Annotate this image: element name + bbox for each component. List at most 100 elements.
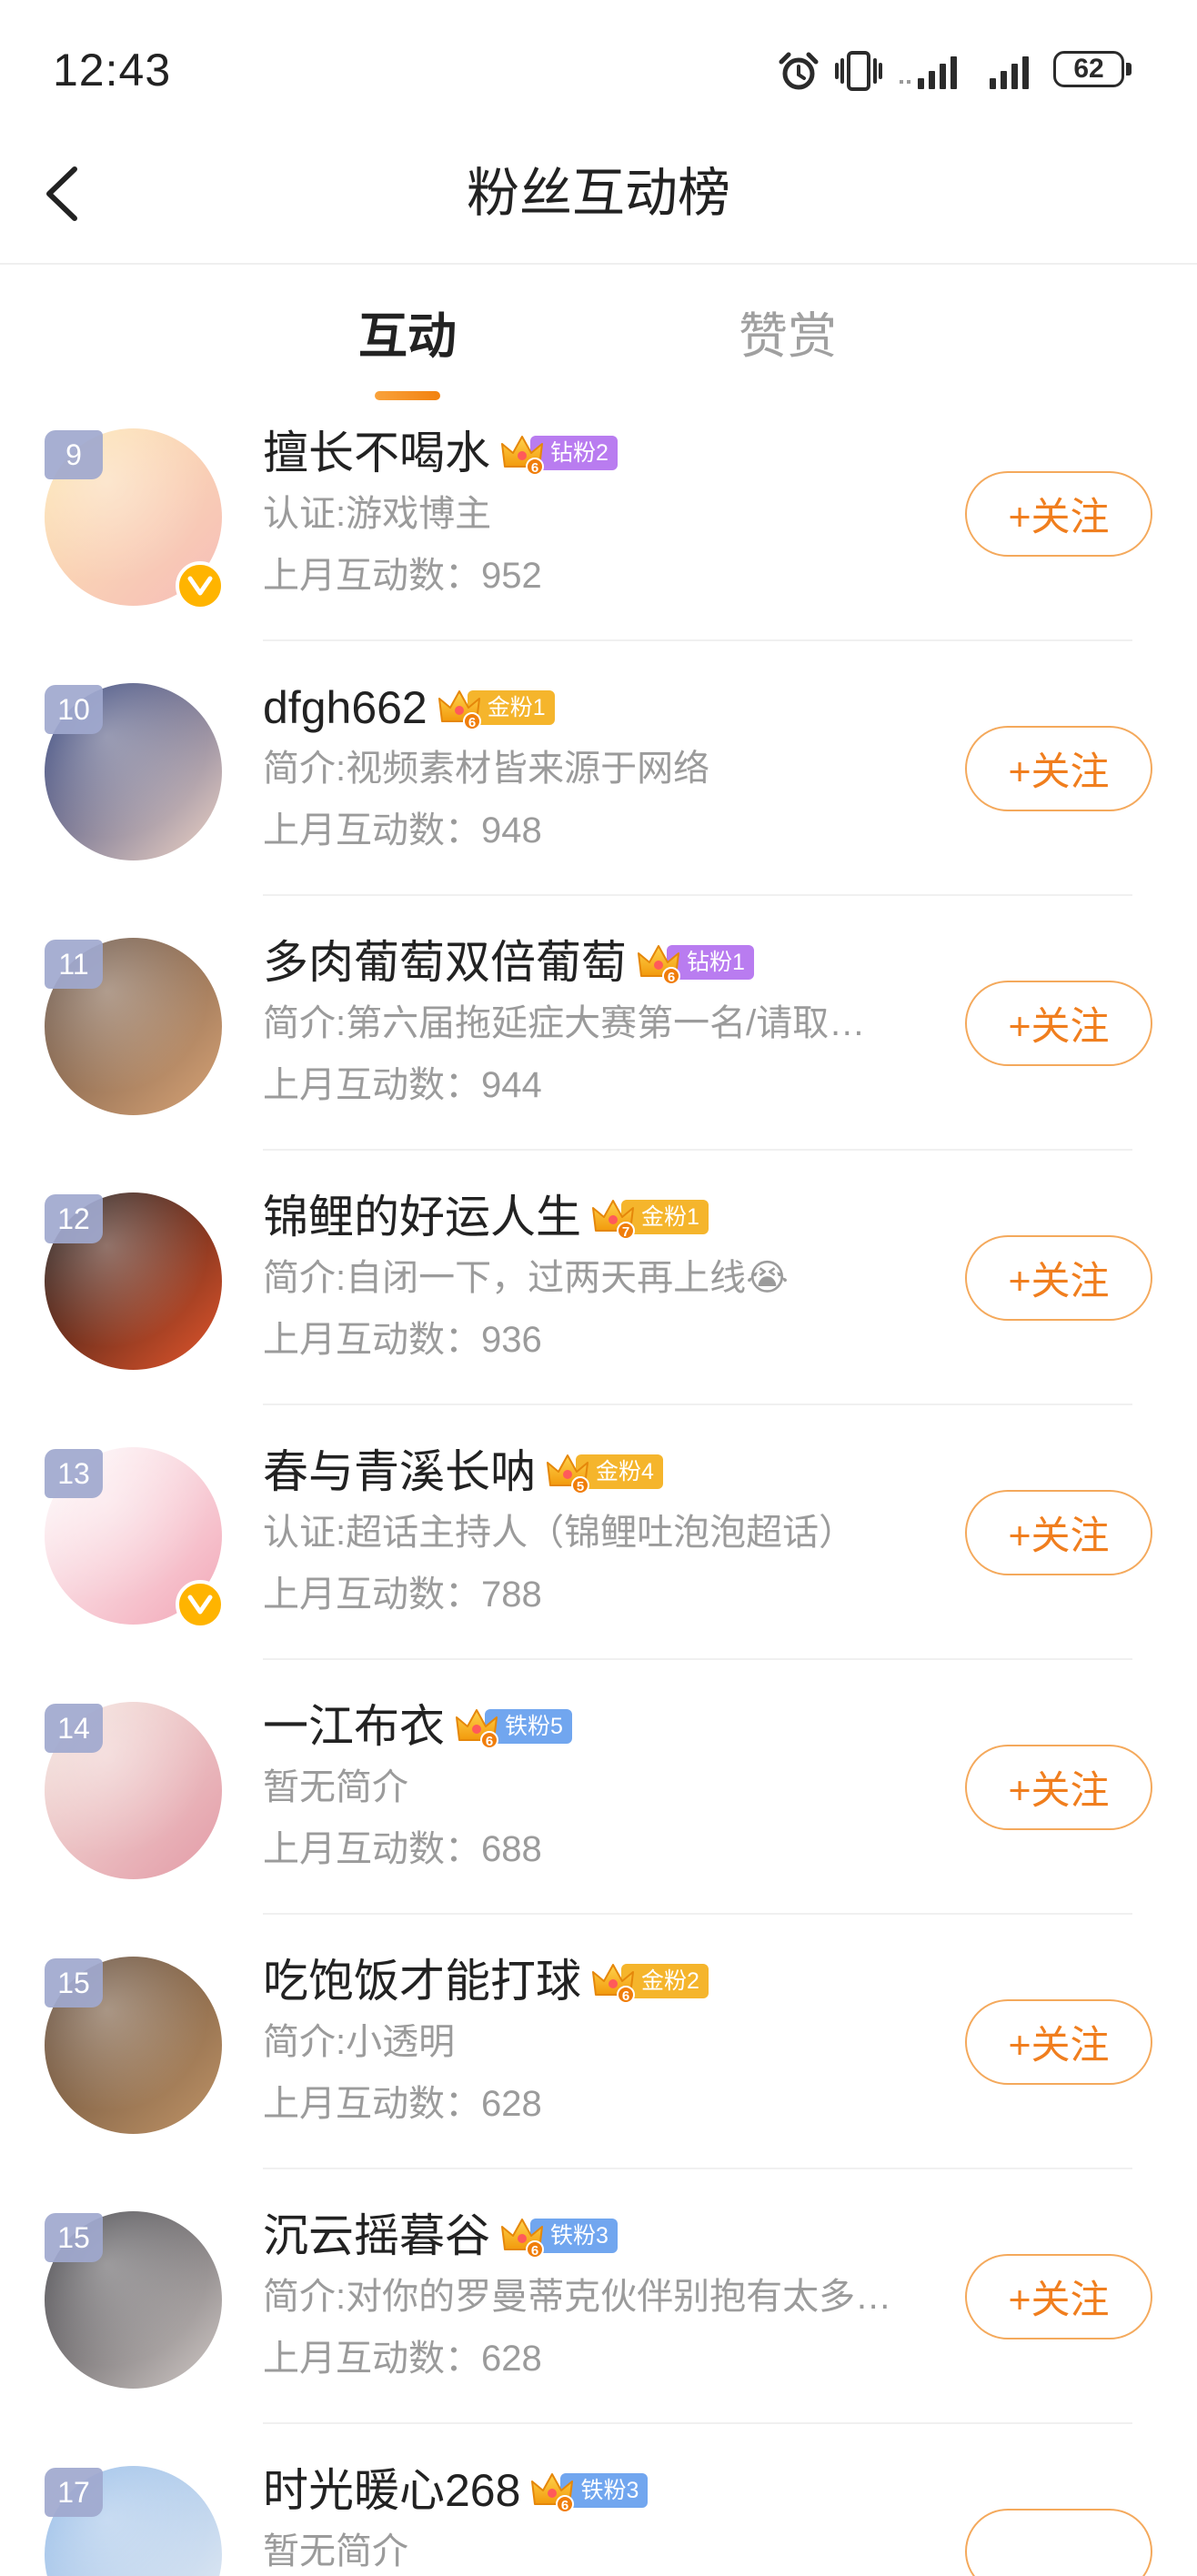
interaction-count-value: 688 — [481, 1829, 542, 1869]
interaction-count-label: 上月互动数： — [263, 1320, 481, 1360]
user-name[interactable]: 沉云摇暮谷 — [263, 2209, 490, 2262]
tab-interaction[interactable]: 互动 — [335, 307, 480, 366]
crown-level: 6 — [531, 460, 538, 476]
signal-icon — [990, 56, 1029, 89]
fan-list-item[interactable]: 13 春与青溪长呐 5 金粉4 认证:超话主持人（锦鲤吐泡泡超话） 上月互动数：… — [0, 1429, 1197, 1684]
follow-button-label: +关注 — [1008, 1260, 1110, 1303]
rank-number: 12 — [57, 1202, 90, 1235]
interaction-count-value: 944 — [481, 1065, 542, 1105]
status-time: 12:43 — [53, 45, 172, 96]
battery-level: 62 — [1073, 54, 1104, 84]
user-name[interactable]: 多肉葡萄双倍葡萄 — [263, 936, 627, 989]
interaction-count-value: 936 — [481, 1320, 542, 1360]
fan-ranking-list[interactable]: 9 擅长不喝水 6 钻粉2 认证:游戏博主 上月互动数：952 +关注 10 d… — [0, 410, 1197, 2576]
fan-list-item[interactable]: 12 锦鲤的好运人生 7 金粉1 简介:自闭一下，过两天再上线😭 上月互动数：9… — [0, 1174, 1197, 1429]
rank-badge: 9 — [45, 430, 103, 479]
rank-number: 17 — [57, 2476, 90, 2509]
fan-list-item[interactable]: 14 一江布衣 6 铁粉5 暂无简介 上月互动数：688 +关注 — [0, 1684, 1197, 1938]
rank-number: 14 — [57, 1712, 90, 1745]
verified-icon — [176, 1580, 225, 1629]
name-row: 春与青溪长呐 5 金粉4 — [263, 1445, 663, 1498]
rank-badge: 15 — [45, 1958, 103, 2007]
fan-level-badge: 6 钻粉2 — [499, 428, 618, 478]
crown-icon: 7 — [592, 1200, 635, 1240]
rank-badge: 15 — [45, 2213, 103, 2262]
user-name[interactable]: 擅长不喝水 — [263, 427, 490, 479]
verified-icon — [176, 561, 225, 610]
divider — [263, 639, 1132, 641]
signal-icon — [900, 56, 957, 89]
fan-list-item[interactable]: 10 dfgh662 6 金粉1 简介:视频素材皆来源于网络 上月互动数：948… — [0, 665, 1197, 920]
page-title: 粉丝互动榜 — [466, 164, 730, 223]
user-bio: 简介:视频素材皆来源于网络 — [263, 749, 710, 789]
follow-button[interactable]: +关注 — [965, 2254, 1152, 2340]
active-tab-indicator — [375, 391, 440, 400]
follow-button[interactable]: +关注 — [965, 726, 1152, 811]
follow-button[interactable]: +关注 — [965, 1999, 1152, 2085]
user-bio: 暂无简介 — [263, 1767, 408, 1807]
user-bio: 简介:小透明 — [263, 2022, 456, 2062]
follow-button[interactable]: +关注 — [965, 471, 1152, 557]
user-name[interactable]: 春与青溪长呐 — [263, 1445, 536, 1498]
crown-level: 6 — [486, 1734, 493, 1749]
fan-list-item[interactable]: 15 沉云摇暮谷 6 铁粉3 简介:对你的罗曼蒂克伙伴别抱有太多… 上月互动数：… — [0, 2193, 1197, 2448]
user-bio: 简介:对你的罗曼蒂克伙伴别抱有太多… — [263, 2277, 892, 2317]
divider — [263, 2168, 1132, 2169]
fan-level-badge: 6 铁粉3 — [529, 2466, 649, 2515]
interaction-count-value: 788 — [481, 1575, 542, 1615]
user-bio: 暂无简介 — [263, 2531, 408, 2571]
crown-icon: 6 — [638, 945, 680, 985]
divider — [263, 1404, 1132, 1405]
crown-level: 6 — [668, 970, 675, 985]
fan-list-item[interactable]: 15 吃饱饭才能打球 6 金粉2 简介:小透明 上月互动数：628 +关注 — [0, 1938, 1197, 2193]
user-name[interactable]: 时光暖心268 — [263, 2464, 520, 2517]
interaction-count-label: 上月互动数： — [263, 2084, 481, 2124]
rank-badge: 17 — [45, 2468, 103, 2517]
follow-button-label: +关注 — [1008, 1005, 1110, 1049]
user-name[interactable]: 锦鲤的好运人生 — [263, 1191, 581, 1243]
follow-button[interactable]: +关注 — [965, 1745, 1152, 1830]
rank-badge: 12 — [45, 1194, 103, 1243]
follow-button-label: +关注 — [1008, 750, 1110, 794]
interaction-count: 上月互动数：628 — [263, 2339, 542, 2379]
battery-nub — [1126, 63, 1132, 75]
interaction-count: 上月互动数：628 — [263, 2084, 542, 2124]
user-bio: 简介:第六届拖延症大赛第一名/请取… — [263, 1003, 866, 1043]
follow-button[interactable]: +关注 — [965, 1235, 1152, 1321]
user-bio: 认证:超话主持人（锦鲤吐泡泡超话） — [263, 1513, 856, 1553]
crown-level: 6 — [468, 715, 476, 730]
crown-icon: 6 — [592, 1964, 635, 2004]
interaction-count-label: 上月互动数： — [263, 2339, 481, 2379]
interaction-count: 上月互动数：788 — [263, 1575, 542, 1615]
crown-level: 7 — [622, 1224, 629, 1240]
fan-level-badge: 6 铁粉5 — [454, 1702, 572, 1751]
divider — [263, 1658, 1132, 1660]
interaction-count-label: 上月互动数： — [263, 1065, 481, 1105]
crown-level: 5 — [577, 1479, 584, 1494]
user-name[interactable]: 吃饱饭才能打球 — [263, 1955, 581, 2007]
fan-level-badge: 7 金粉1 — [590, 1192, 709, 1242]
user-bio: 简介:自闭一下，过两天再上线😭 — [263, 1258, 789, 1298]
user-name[interactable]: dfgh662 — [263, 681, 428, 734]
follow-button-label: +关注 — [1008, 2024, 1110, 2068]
interaction-count-label: 上月互动数： — [263, 556, 481, 596]
follow-button[interactable]: +关注 — [965, 1490, 1152, 1575]
name-row: 一江布衣 6 铁粉5 — [263, 1700, 572, 1753]
name-row: 时光暖心268 6 铁粉3 — [263, 2464, 649, 2517]
crown-icon: 6 — [501, 436, 544, 476]
rank-number: 11 — [58, 948, 89, 981]
fan-list-item[interactable]: 11 多肉葡萄双倍葡萄 6 钻粉1 简介:第六届拖延症大赛第一名/请取… 上月互… — [0, 920, 1197, 1174]
interaction-count-label: 上月互动数： — [263, 1829, 481, 1869]
fan-level-badge: 6 金粉2 — [590, 1957, 709, 2006]
follow-button[interactable] — [965, 2509, 1152, 2576]
follow-button[interactable]: +关注 — [965, 981, 1152, 1066]
crown-level: 6 — [561, 2498, 568, 2513]
fan-list-item[interactable]: 17 时光暖心268 6 铁粉3 暂无简介 — [0, 2448, 1197, 2576]
tab-reward[interactable]: 赞赏 — [715, 307, 860, 366]
name-row: 多肉葡萄双倍葡萄 6 钻粉1 — [263, 936, 754, 989]
crown-icon: 6 — [438, 690, 481, 730]
user-name[interactable]: 一江布衣 — [263, 1700, 445, 1753]
name-row: 擅长不喝水 6 钻粉2 — [263, 427, 618, 479]
vibrate-icon — [835, 51, 882, 91]
fan-list-item[interactable]: 9 擅长不喝水 6 钻粉2 认证:游戏博主 上月互动数：952 +关注 — [0, 410, 1197, 665]
